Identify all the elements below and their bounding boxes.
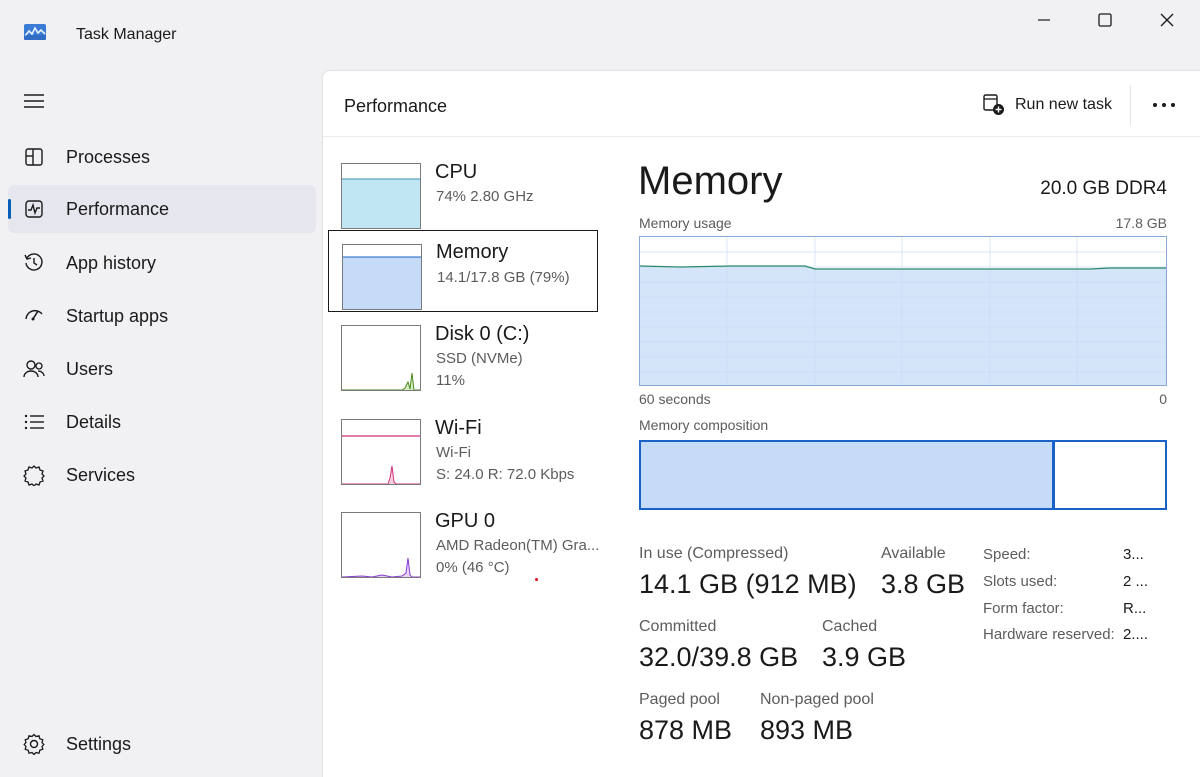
sidebar-item-services[interactable]: Services (8, 451, 316, 499)
device-gpu[interactable]: GPU 0 AMD Radeon(TM) Gra... 0% (46 °C) (328, 510, 600, 594)
run-task-icon (983, 94, 1004, 115)
gpu-thumbnail (341, 512, 421, 578)
device-wifi[interactable]: Wi-Fi Wi-Fi S: 24.0 R: 72.0 Kbps (328, 417, 598, 501)
device-sub: Wi-Fi (436, 444, 471, 461)
more-options-button[interactable] (1149, 91, 1179, 119)
memory-thumbnail (342, 244, 422, 310)
device-name: CPU (435, 161, 478, 183)
run-new-task-label: Run new task (1015, 96, 1112, 113)
sidebar-item-users[interactable]: Users (8, 345, 316, 393)
device-name: Disk 0 (C:) (435, 323, 530, 345)
device-disk[interactable]: Disk 0 (C:) SSD (NVMe) 11% (328, 323, 598, 407)
slots-used-label: Slots used: (983, 573, 1058, 590)
memory-usage-label: Memory usage (639, 215, 732, 231)
details-icon (22, 410, 46, 434)
maximize-icon (1098, 13, 1112, 27)
paged-pool-label: Paged pool (639, 691, 720, 708)
active-indicator (8, 199, 11, 219)
maximize-button[interactable] (1074, 0, 1136, 40)
device-sub: 74% 2.80 GHz (436, 188, 534, 205)
sidebar-item-label: Users (66, 358, 114, 379)
hamburger-menu-button[interactable] (22, 90, 46, 114)
device-name: Memory (436, 241, 509, 263)
in-use-label: In use (Compressed) (639, 545, 789, 562)
memory-usage-graph (639, 236, 1167, 386)
hardware-reserved-label: Hardware reserved: (983, 626, 1115, 643)
form-factor-value: R... (1123, 600, 1147, 617)
time-left-label: 60 seconds (639, 391, 711, 407)
time-right-label: 0 (1159, 391, 1167, 407)
hamburger-icon (24, 94, 44, 108)
history-icon (22, 251, 46, 275)
composition-in-use-segment (641, 442, 1055, 508)
paged-pool-value: 878 MB (639, 715, 733, 745)
sidebar-item-processes[interactable]: Processes (8, 133, 316, 181)
form-factor-label: Form factor: (983, 600, 1064, 617)
cached-value: 3.9 GB (822, 642, 907, 672)
device-sub: S: 24.0 R: 72.0 Kbps (436, 466, 575, 483)
sidebar-item-settings[interactable]: Settings (8, 720, 316, 768)
hardware-reserved-value: 2.... (1123, 626, 1149, 643)
title-bar: Task Manager (0, 0, 1200, 70)
device-sub: 14.1/17.8 GB (79%) (437, 269, 570, 286)
settings-icon (22, 732, 46, 756)
available-label: Available (881, 545, 946, 562)
committed-label: Committed (639, 618, 717, 635)
available-value: 3.8 GB (881, 569, 966, 599)
sidebar-item-performance[interactable]: Performance (8, 185, 316, 233)
task-manager-app-icon (24, 24, 46, 40)
sidebar-item-label: App history (66, 252, 157, 273)
minimize-button[interactable] (1013, 0, 1075, 40)
processes-icon (22, 145, 46, 169)
memory-usage-max: 17.8 GB (1115, 215, 1167, 231)
device-sub: 0% (46 °C) (436, 559, 510, 576)
services-icon (22, 463, 46, 487)
startup-icon (22, 304, 46, 328)
memory-spec: 20.0 GB DDR4 (1040, 178, 1167, 199)
sidebar-item-label: Performance (66, 198, 170, 219)
memory-usage-graph-svg (639, 237, 1166, 385)
in-use-value: 14.1 GB (912 MB) (639, 569, 857, 599)
non-paged-pool-label: Non-paged pool (760, 691, 874, 708)
sidebar-item-label: Services (66, 464, 136, 485)
sidebar-item-startup-apps[interactable]: Startup apps (8, 292, 316, 340)
committed-value: 32.0/39.8 GB (639, 642, 799, 672)
run-new-task-button[interactable]: Run new task (983, 91, 1112, 119)
sidebar-item-app-history[interactable]: App history (8, 239, 316, 287)
speed-label: Speed: (983, 546, 1031, 563)
sidebar-item-label: Processes (66, 146, 151, 167)
detail-title: Memory (638, 159, 783, 203)
cached-label: Cached (822, 618, 878, 635)
non-paged-pool-value: 893 MB (760, 715, 854, 745)
window-title: Task Manager (76, 26, 177, 43)
performance-icon (22, 197, 46, 221)
device-sub: SSD (NVMe) (436, 350, 523, 367)
minimize-icon (1038, 19, 1050, 21)
more-icon (1153, 103, 1175, 107)
device-memory[interactable]: Memory 14.1/17.8 GB (79%) (328, 230, 598, 312)
memory-composition-bar (639, 440, 1167, 510)
sidebar-item-details[interactable]: Details (8, 398, 316, 446)
disk-thumbnail (341, 325, 421, 391)
page-header: Performance Run new task (323, 71, 1200, 137)
speed-value: 3... (1123, 546, 1144, 563)
close-button[interactable] (1136, 0, 1198, 40)
users-icon (22, 357, 46, 381)
wifi-thumbnail (341, 419, 421, 485)
sidebar-item-label: Startup apps (66, 305, 169, 326)
cpu-thumbnail (341, 163, 421, 229)
cursor-dot (535, 578, 538, 581)
sidebar-item-label: Details (66, 411, 122, 432)
close-icon (1160, 13, 1174, 27)
page-title: Performance (344, 96, 448, 116)
device-sub: AMD Radeon(TM) Gra... (436, 537, 600, 554)
sidebar-item-label: Settings (66, 733, 132, 754)
main-panel: Performance Run new task CPU 74% 2.80 GH… (322, 70, 1200, 777)
memory-composition-label: Memory composition (639, 417, 769, 433)
slots-used-value: 2 ... (1123, 573, 1149, 590)
device-name: Wi-Fi (435, 417, 482, 439)
header-divider (1130, 85, 1131, 125)
device-sub: 11% (436, 372, 465, 389)
device-name: GPU 0 (435, 510, 496, 532)
